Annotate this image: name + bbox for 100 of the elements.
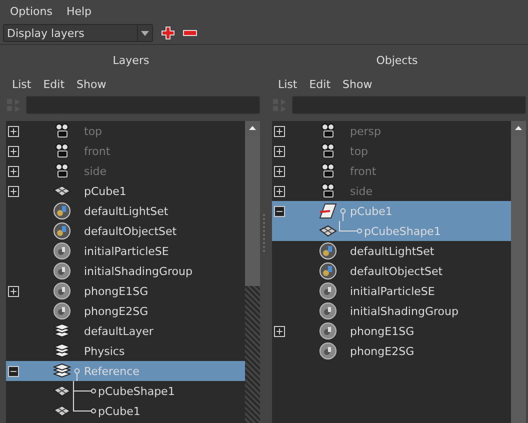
splitter-grip-icon[interactable] — [262, 214, 266, 254]
tree-row[interactable]: Physics — [6, 341, 245, 361]
item-label: top — [350, 144, 368, 158]
tree-row[interactable]: pCubeShape1 — [6, 381, 245, 401]
shader-icon — [53, 302, 71, 320]
item-label: front — [350, 164, 376, 178]
mesh-icon — [53, 185, 71, 197]
item-label: pCube1 — [350, 204, 392, 218]
tree-row[interactable]: defaultObjectSet — [272, 261, 511, 281]
scrollbar[interactable] — [245, 121, 260, 423]
shader-icon — [53, 262, 71, 280]
tree-row[interactable]: initialShadingGroup — [272, 301, 511, 321]
item-label: persp — [350, 124, 381, 138]
tree-row[interactable]: phongE1SG — [272, 321, 511, 341]
mesh-icon — [53, 405, 71, 417]
tree-row[interactable]: initialParticleSE — [6, 241, 245, 261]
expand-icon[interactable] — [8, 146, 19, 156]
item-label: side — [84, 164, 107, 178]
tree-row[interactable]: defaultObjectSet — [6, 221, 245, 241]
camera-icon — [320, 123, 336, 139]
camera-icon — [320, 143, 336, 159]
set-icon — [319, 262, 337, 280]
menu-item[interactable]: Options — [4, 4, 58, 18]
item-label: Reference — [84, 364, 140, 378]
item-label: phongE2SG — [350, 344, 414, 358]
minus-icon — [183, 30, 197, 36]
menu-item[interactable]: List — [6, 78, 38, 90]
panel-title: Objects — [375, 52, 419, 68]
item-label: phongE1SG — [84, 284, 148, 298]
layers-icon — [53, 363, 71, 379]
set-icon — [53, 222, 71, 240]
menu-item[interactable]: Show — [70, 78, 112, 90]
mesh-icon — [53, 385, 71, 397]
menu-item[interactable]: List — [272, 78, 304, 90]
menu-item[interactable]: Edit — [303, 78, 337, 90]
item-label: initialParticleSE — [350, 284, 435, 298]
item-label: initialShadingGroup — [84, 264, 192, 278]
item-label: defaultLayer — [84, 324, 154, 338]
expand-icon[interactable] — [8, 126, 19, 136]
expand-icon[interactable] — [274, 126, 285, 136]
item-label: top — [84, 124, 102, 138]
shader-icon — [319, 302, 337, 320]
expand-icon[interactable] — [8, 166, 19, 176]
filter-field[interactable] — [26, 96, 260, 114]
item-label: pCubeShape1 — [98, 384, 175, 398]
expand-icon[interactable] — [8, 186, 19, 196]
tree-row[interactable]: phongE2SG — [6, 301, 245, 321]
item-label: pCubeShape1 — [364, 224, 441, 238]
dropdown-arrow-icon — [141, 30, 149, 36]
collapse-icon[interactable] — [8, 366, 19, 376]
camera-icon — [54, 123, 70, 139]
layers-icon — [53, 343, 71, 359]
remove-button[interactable] — [183, 30, 197, 36]
tree-row[interactable]: initialParticleSE — [272, 281, 511, 301]
shader-icon — [319, 282, 337, 300]
item-label: pCube1 — [98, 404, 140, 418]
expand-icon[interactable] — [274, 166, 285, 176]
tree-row[interactable]: initialShadingGroup — [6, 261, 245, 281]
tree-row[interactable]: defaultLightSet — [272, 241, 511, 261]
tree-row[interactable]: defaultLightSet — [6, 201, 245, 221]
menu-item[interactable]: Help — [60, 4, 98, 18]
menu-item[interactable]: Edit — [37, 78, 71, 90]
layer-type-dropdown[interactable]: Display layers — [3, 24, 153, 42]
item-label: phongE1SG — [350, 324, 414, 338]
expand-icon[interactable] — [274, 186, 285, 196]
camera-icon — [54, 143, 70, 159]
item-label: defaultObjectSet — [84, 224, 177, 238]
scroll-up-icon[interactable] — [511, 121, 526, 136]
item-label: pCube1 — [84, 184, 126, 198]
tree-row[interactable]: phongE2SG — [272, 341, 511, 361]
tree-row[interactable]: pCube1 — [6, 181, 245, 201]
tree-row[interactable]: pCube1 — [6, 401, 245, 421]
item-label: Physics — [84, 344, 125, 358]
expand-icon[interactable] — [274, 326, 285, 336]
item-label: initialParticleSE — [84, 244, 169, 258]
tree-row[interactable]: defaultLayer — [6, 321, 245, 341]
menu-item[interactable]: Show — [336, 78, 378, 90]
expand-icon[interactable] — [8, 286, 19, 296]
scrollbar[interactable] — [511, 121, 526, 423]
layers-icon — [53, 323, 71, 339]
collapse-icon[interactable] — [274, 206, 285, 216]
item-label: defaultLightSet — [350, 244, 434, 258]
item-label: defaultObjectSet — [350, 264, 443, 278]
item-label: phongE2SG — [84, 304, 148, 318]
shader-icon — [53, 242, 71, 260]
expand-icon[interactable] — [274, 146, 285, 156]
plus-icon — [161, 26, 175, 40]
panel-title: Layers — [112, 52, 150, 68]
camera-icon — [320, 163, 336, 179]
item-label: defaultLightSet — [84, 204, 168, 218]
tree-row[interactable]: phongE1SG — [6, 281, 245, 301]
shader-icon — [319, 342, 337, 360]
add-button[interactable] — [161, 26, 175, 40]
item-label: front — [84, 144, 110, 158]
set-icon — [319, 242, 337, 260]
camera-icon — [54, 163, 70, 179]
scroll-up-icon[interactable] — [245, 121, 260, 136]
filter-field[interactable] — [292, 96, 526, 114]
item-label: initialShadingGroup — [350, 304, 458, 318]
transform-icon — [319, 203, 337, 219]
